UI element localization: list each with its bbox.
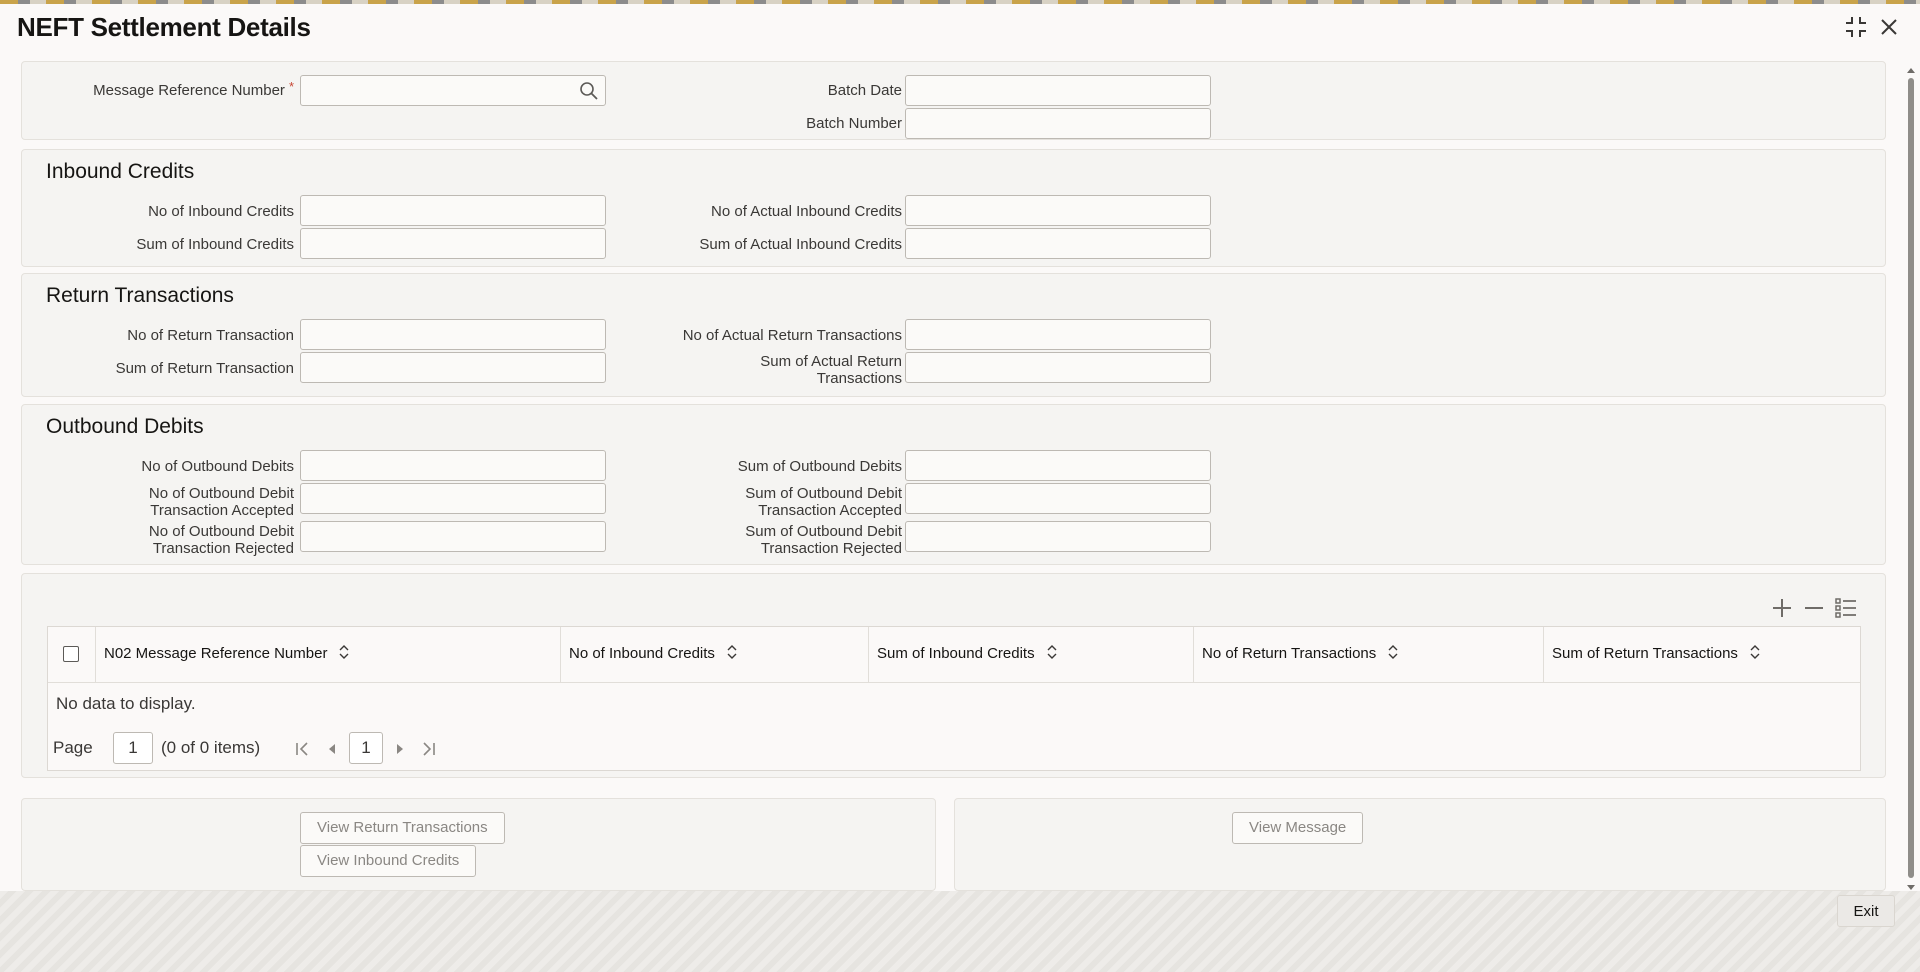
next-page-icon[interactable] — [393, 740, 407, 763]
no-actual-inbound-label: No of Actual Inbound Credits — [711, 203, 902, 220]
outbound-debits-panel: Outbound Debits No of Outbound Debits No… — [21, 404, 1886, 565]
no-return-input[interactable] — [300, 319, 606, 350]
no-outbound-rejected-input[interactable] — [300, 521, 606, 552]
column-header-sum-inbound[interactable]: Sum of Inbound Credits — [868, 627, 1193, 682]
return-transactions-title: Return Transactions — [46, 284, 234, 307]
sort-icon[interactable] — [1047, 645, 1057, 663]
previous-page-icon[interactable] — [325, 740, 339, 763]
right-action-panel: View Message — [954, 798, 1886, 891]
no-actual-inbound-input[interactable] — [905, 195, 1211, 226]
inbound-credits-panel: Inbound Credits No of Inbound Credits Su… — [21, 149, 1886, 267]
no-outbound-input[interactable] — [300, 450, 606, 481]
sum-actual-inbound-label: Sum of Actual Inbound Credits — [699, 236, 902, 253]
message-reference-input[interactable] — [300, 75, 606, 106]
return-transactions-panel: Return Transactions No of Return Transac… — [21, 273, 1886, 397]
no-data-message: No data to display. — [56, 694, 196, 713]
vertical-scrollbar[interactable] — [1906, 66, 1916, 892]
inbound-credits-title: Inbound Credits — [46, 160, 195, 183]
view-message-button[interactable]: View Message — [1232, 812, 1364, 844]
batch-date-field[interactable] — [906, 76, 1210, 105]
add-row-icon[interactable] — [1770, 596, 1794, 625]
window-title: NEFT Settlement Details — [17, 12, 311, 42]
sum-actual-inbound-input[interactable] — [905, 228, 1211, 259]
view-inbound-credits-button[interactable]: View Inbound Credits — [300, 845, 477, 877]
no-outbound-accepted-input[interactable] — [300, 483, 606, 514]
close-icon[interactable] — [1876, 14, 1902, 40]
sum-return-input[interactable] — [300, 352, 606, 383]
sum-outbound-rejected-input[interactable] — [905, 521, 1211, 552]
select-all-checkbox[interactable] — [63, 646, 79, 662]
current-page-indicator[interactable]: 1 — [349, 732, 383, 764]
required-marker: * — [288, 79, 294, 94]
search-icon[interactable] — [579, 81, 599, 106]
no-return-label: No of Return Transaction — [127, 327, 294, 344]
no-outbound-label: No of Outbound Debits — [141, 458, 294, 475]
sum-outbound-input[interactable] — [905, 450, 1211, 481]
grid-pagination: Page 1 (0 of 0 items) 1 — [53, 732, 653, 766]
sum-inbound-label: Sum of Inbound Credits — [136, 236, 294, 253]
maximize-icon[interactable] — [1843, 14, 1869, 40]
sort-icon[interactable] — [1388, 645, 1398, 663]
outbound-debits-title: Outbound Debits — [46, 415, 204, 438]
batch-date-input[interactable] — [905, 75, 1211, 106]
footer-bar — [0, 891, 1920, 972]
page-label: Page — [53, 738, 93, 757]
sum-outbound-accepted-label: Sum of Outbound Debit Transaction Accepte… — [745, 485, 902, 519]
sum-outbound-rejected-label: Sum of Outbound Debit Transaction Rejecte… — [745, 523, 902, 557]
sum-outbound-accepted-input[interactable] — [905, 483, 1211, 514]
first-page-icon[interactable] — [294, 740, 312, 763]
batch-number-field[interactable] — [906, 109, 1210, 138]
message-reference-label: Message Reference Number * — [93, 79, 294, 99]
page-input[interactable]: 1 — [113, 732, 153, 764]
sum-actual-return-label: Sum of Actual Return Transactions — [760, 353, 902, 387]
no-actual-return-input[interactable] — [905, 319, 1211, 350]
message-reference-field[interactable] — [301, 76, 605, 105]
no-inbound-input[interactable] — [300, 195, 606, 226]
last-page-icon[interactable] — [419, 740, 437, 763]
delete-row-icon[interactable] — [1802, 596, 1826, 625]
settlement-grid: N02 Message Reference Number No of Inbou… — [47, 626, 1861, 771]
grid-header: N02 Message Reference Number No of Inbou… — [48, 627, 1860, 683]
scrollbar-thumb[interactable] — [1908, 78, 1914, 878]
sum-actual-return-input[interactable] — [905, 352, 1211, 383]
batch-number-label: Batch Number — [806, 115, 902, 132]
settlement-window: NEFT Settlement Details Message Referenc… — [0, 4, 1920, 891]
column-header-n02-ref[interactable]: N02 Message Reference Number — [95, 627, 560, 682]
view-return-transactions-button[interactable]: View Return Transactions — [300, 812, 505, 844]
settlement-grid-panel: N02 Message Reference Number No of Inbou… — [21, 573, 1886, 778]
header-panel: Message Reference Number * Batch Date Bat… — [21, 61, 1886, 140]
select-all-column — [48, 627, 95, 682]
no-actual-return-label: No of Actual Return Transactions — [682, 327, 902, 344]
sort-icon[interactable] — [339, 645, 349, 663]
sort-icon[interactable] — [1750, 645, 1760, 663]
batch-date-label: Batch Date — [827, 82, 902, 99]
items-count: (0 of 0 items) — [161, 738, 261, 757]
column-settings-icon[interactable] — [1834, 596, 1858, 625]
sort-icon[interactable] — [727, 645, 737, 663]
exit-button[interactable]: Exit — [1837, 895, 1895, 927]
column-header-sum-return[interactable]: Sum of Return Transactions — [1543, 627, 1860, 682]
column-header-no-inbound[interactable]: No of Inbound Credits — [560, 627, 868, 682]
left-action-panel: View Return Transactions View Inbound Cr… — [21, 798, 936, 891]
batch-number-input[interactable] — [905, 108, 1211, 139]
no-outbound-rejected-label: No of Outbound Debit Transaction Rejected — [148, 523, 294, 557]
sum-return-label: Sum of Return Transaction — [115, 360, 294, 377]
sum-outbound-label: Sum of Outbound Debits — [737, 458, 902, 475]
no-outbound-accepted-label: No of Outbound Debit Transaction Accepted — [148, 485, 294, 519]
no-inbound-label: No of Inbound Credits — [148, 203, 294, 220]
column-header-no-return[interactable]: No of Return Transactions — [1193, 627, 1543, 682]
sum-inbound-input[interactable] — [300, 228, 606, 259]
